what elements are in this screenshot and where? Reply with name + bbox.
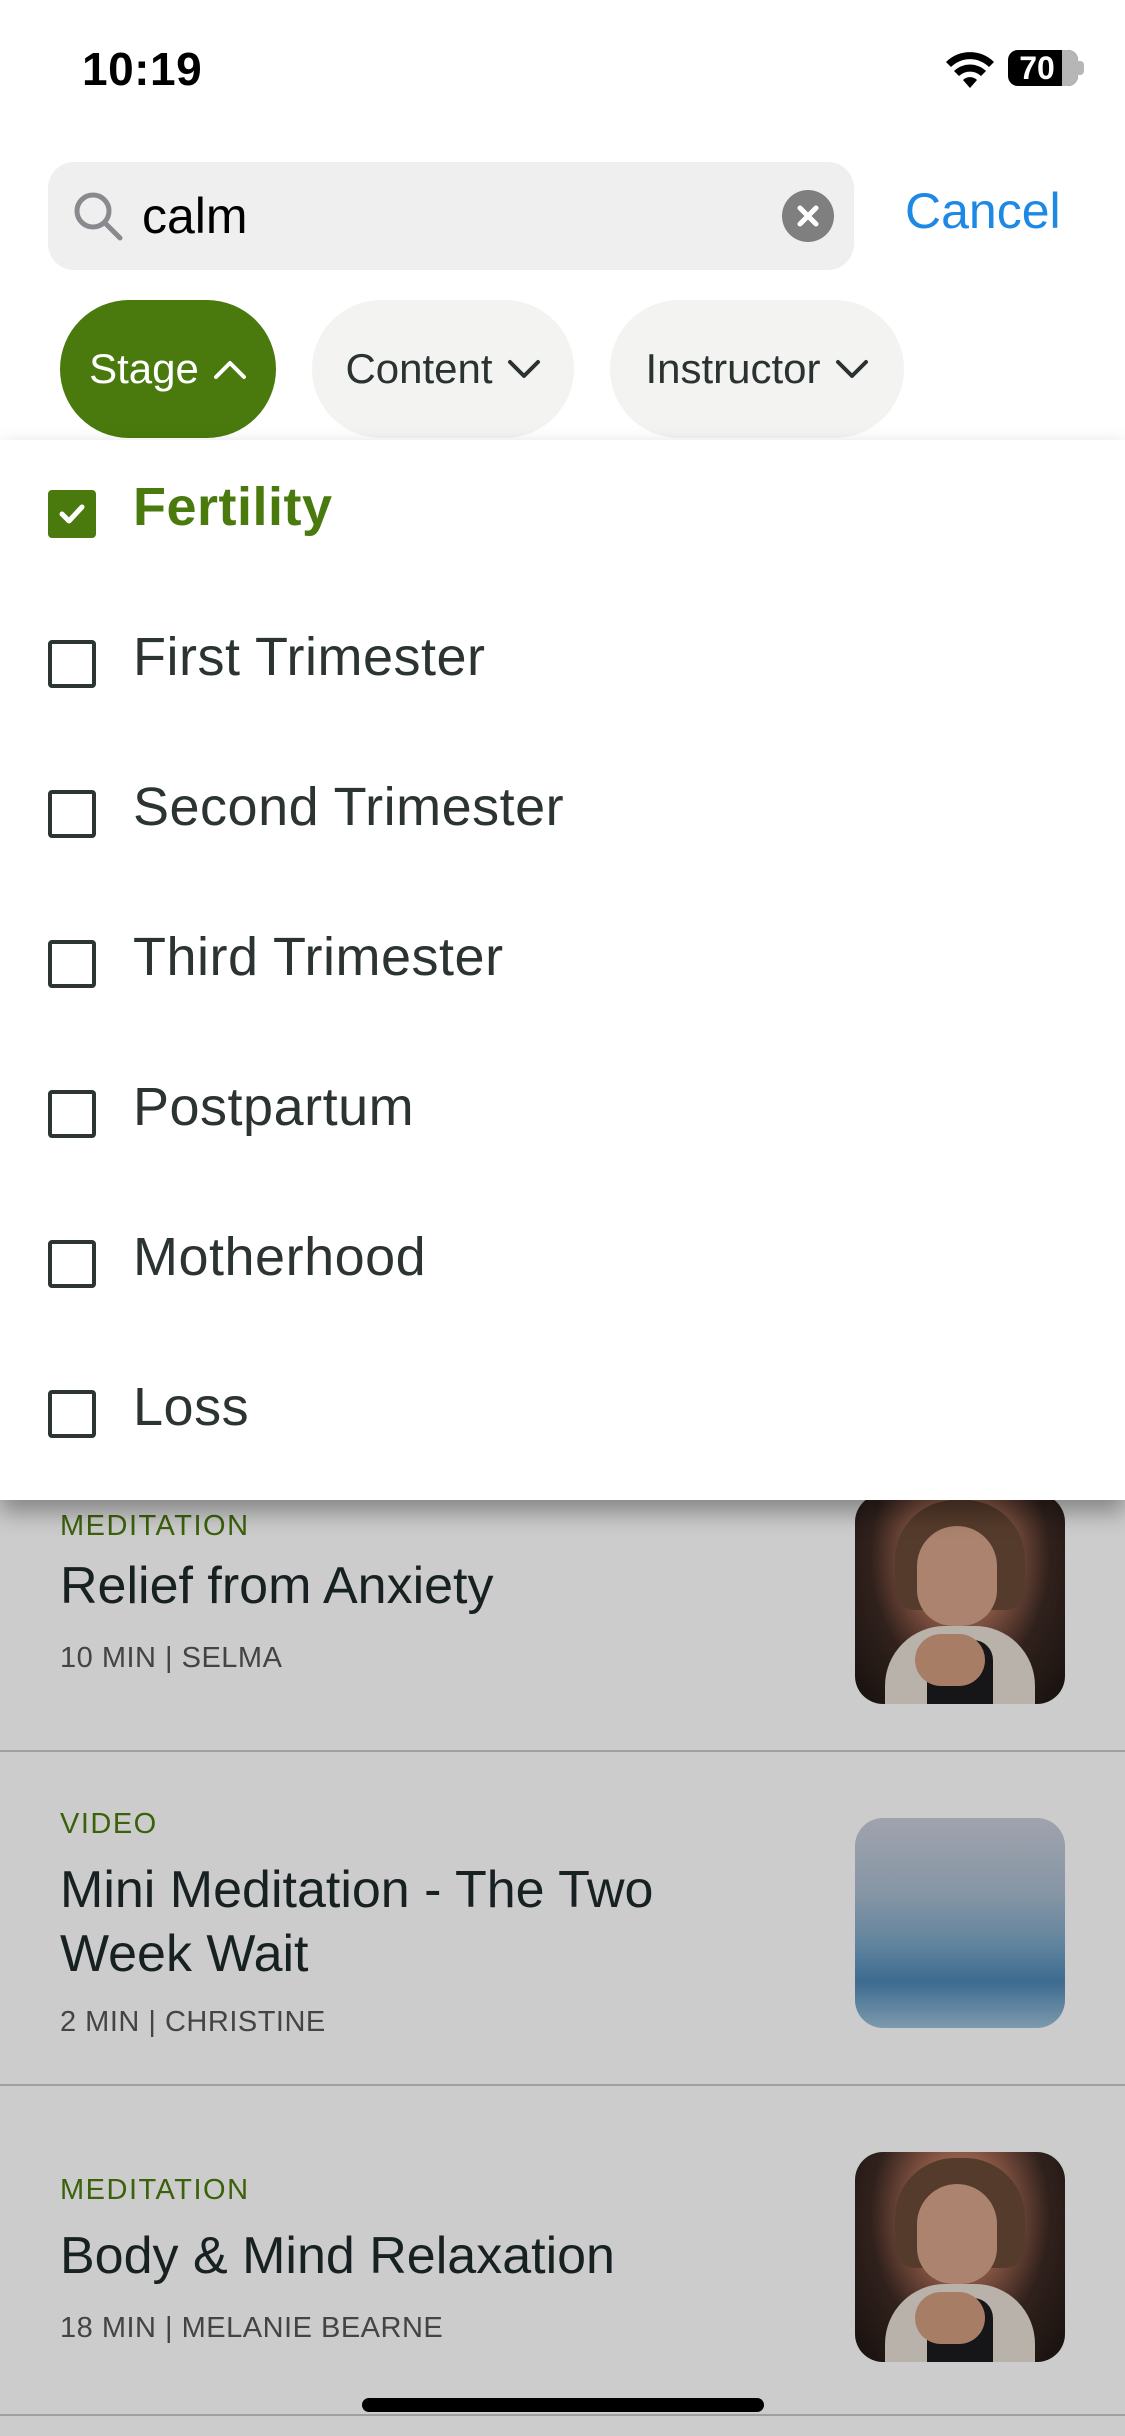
checkbox[interactable]	[48, 1240, 96, 1288]
stage-option-label: Second Trimester	[133, 777, 565, 837]
stage-option-first-trimester[interactable]: First Trimester	[0, 590, 1125, 740]
checkbox[interactable]	[48, 640, 96, 688]
checkbox[interactable]	[48, 940, 96, 988]
checkbox[interactable]	[48, 1090, 96, 1138]
stage-option-label: Loss	[133, 1377, 250, 1437]
stage-option-loss[interactable]: Loss	[0, 1340, 1125, 1490]
checkbox[interactable]	[48, 1390, 96, 1438]
stage-option-label: Motherhood	[133, 1227, 427, 1287]
checkbox-checked[interactable]	[48, 490, 96, 538]
checkmark-icon	[59, 504, 85, 524]
stage-option-second-trimester[interactable]: Second Trimester	[0, 740, 1125, 890]
dim-overlay[interactable]	[0, 1500, 1125, 2436]
stage-option-label: First Trimester	[133, 627, 486, 687]
stage-option-label: Fertility	[133, 477, 333, 537]
stage-dropdown-panel: Fertility First Trimester Second Trimest…	[0, 440, 1125, 1500]
home-indicator[interactable]	[362, 2398, 764, 2412]
stage-option-postpartum[interactable]: Postpartum	[0, 1040, 1125, 1190]
stage-option-third-trimester[interactable]: Third Trimester	[0, 890, 1125, 1040]
checkbox[interactable]	[48, 790, 96, 838]
stage-option-fertility[interactable]: Fertility	[0, 440, 1125, 590]
stage-option-label: Third Trimester	[133, 927, 504, 987]
stage-option-motherhood[interactable]: Motherhood	[0, 1190, 1125, 1340]
stage-option-label: Postpartum	[133, 1077, 415, 1137]
